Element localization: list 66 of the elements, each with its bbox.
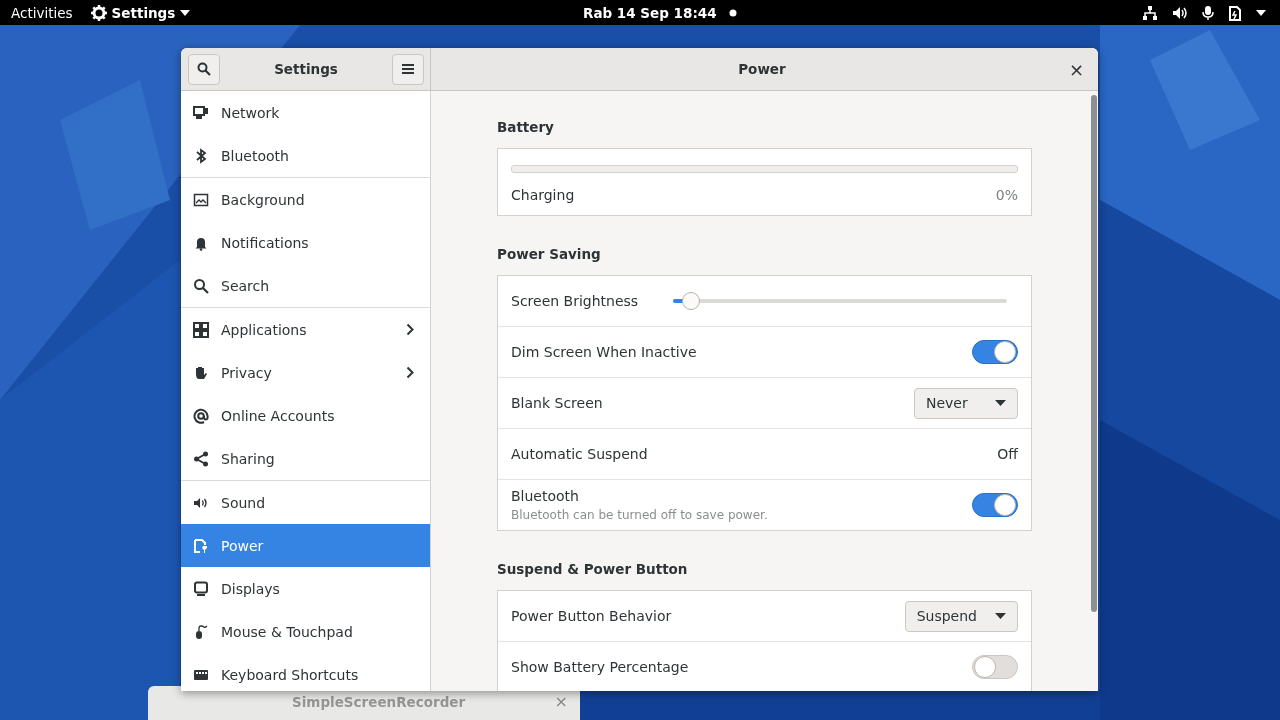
- battery-percentage: 0%: [995, 187, 1018, 203]
- network-icon: [193, 104, 209, 121]
- sidebar-item[interactable]: Background: [181, 178, 430, 221]
- menu-button[interactable]: [392, 53, 424, 85]
- toggle-switch[interactable]: [972, 340, 1018, 364]
- setting-label: Power Button Behavior: [511, 608, 672, 624]
- network-icon: [1142, 4, 1158, 21]
- toggle-switch[interactable]: [972, 655, 1018, 679]
- toggle-switch[interactable]: [972, 493, 1018, 517]
- caret-icon: [995, 613, 1006, 619]
- sidebar-item[interactable]: Online Accounts: [181, 394, 430, 437]
- grid-icon: [193, 321, 209, 338]
- at-sign-icon: [193, 407, 209, 424]
- sidebar-item[interactable]: Displays: [181, 567, 430, 610]
- sidebar-item[interactable]: Keyboard Shortcuts: [181, 653, 430, 691]
- close-button[interactable]: ×: [1062, 58, 1090, 80]
- image-icon: [193, 191, 209, 208]
- mouse-icon: [193, 623, 209, 640]
- setting-description: Bluetooth can be turned off to save power.: [511, 508, 768, 522]
- sidebar-item[interactable]: Bluetooth: [181, 134, 430, 177]
- caret-icon: [180, 9, 191, 16]
- sidebar-item[interactable]: Sharing: [181, 437, 430, 480]
- setting-label: Automatic Suspend: [511, 446, 648, 462]
- setting-label: Bluetooth: [511, 488, 580, 504]
- window-title: SimpleScreenRecorder: [292, 694, 466, 710]
- sidebar-item[interactable]: Search: [181, 264, 430, 307]
- menu-icon: [402, 64, 414, 74]
- section-title: Battery: [497, 119, 555, 135]
- sidebar-item[interactable]: Mouse & Touchpad: [181, 610, 430, 653]
- caret-icon: [995, 400, 1006, 406]
- search-icon: [197, 62, 211, 76]
- setting-label: Dim Screen When Inactive: [511, 344, 697, 360]
- slider-thumb[interactable]: [682, 292, 701, 310]
- section-title: Suspend & Power Button: [497, 561, 689, 577]
- setting-label: Blank Screen: [511, 395, 603, 411]
- caret-icon: [1256, 9, 1266, 16]
- search-button[interactable]: [188, 53, 220, 85]
- sidebar-item[interactable]: Sound: [181, 481, 430, 524]
- battery-status: Charging: [511, 187, 575, 203]
- sidebar-item[interactable]: Notifications: [181, 221, 430, 264]
- monitor-icon: [193, 580, 209, 597]
- sidebar-item[interactable]: Applications: [181, 308, 430, 351]
- gear-icon: [90, 4, 107, 21]
- scrollbar-thumb[interactable]: [1091, 95, 1097, 612]
- microphone-icon: [1202, 4, 1214, 21]
- sidebar-item[interactable]: Power: [181, 524, 430, 567]
- battery-icon: [1228, 4, 1242, 21]
- system-menu[interactable]: [1142, 4, 1266, 21]
- search-icon: [193, 277, 209, 294]
- sidebar-item[interactable]: Privacy: [181, 351, 430, 394]
- setting-label: Screen Brightness: [511, 293, 639, 309]
- app-menu[interactable]: Settings: [90, 4, 191, 21]
- hand-icon: [193, 364, 209, 381]
- section-title: Power Saving: [497, 246, 602, 262]
- setting-value: Off: [997, 446, 1018, 462]
- power-plug-icon: [193, 537, 209, 554]
- share-icon: [193, 450, 209, 467]
- setting-label: Show Battery Percentage: [511, 659, 689, 675]
- activities-button[interactable]: Activities: [11, 4, 73, 21]
- window-title: Power: [737, 61, 787, 77]
- sidebar-item[interactable]: Network: [181, 91, 430, 134]
- dropdown[interactable]: Suspend: [904, 600, 1018, 632]
- sidebar-title: Settings: [273, 61, 339, 77]
- clock[interactable]: Rab 14 Sep 18:44: [583, 4, 737, 21]
- dropdown[interactable]: Never: [914, 387, 1018, 419]
- brightness-slider[interactable]: [673, 292, 1007, 310]
